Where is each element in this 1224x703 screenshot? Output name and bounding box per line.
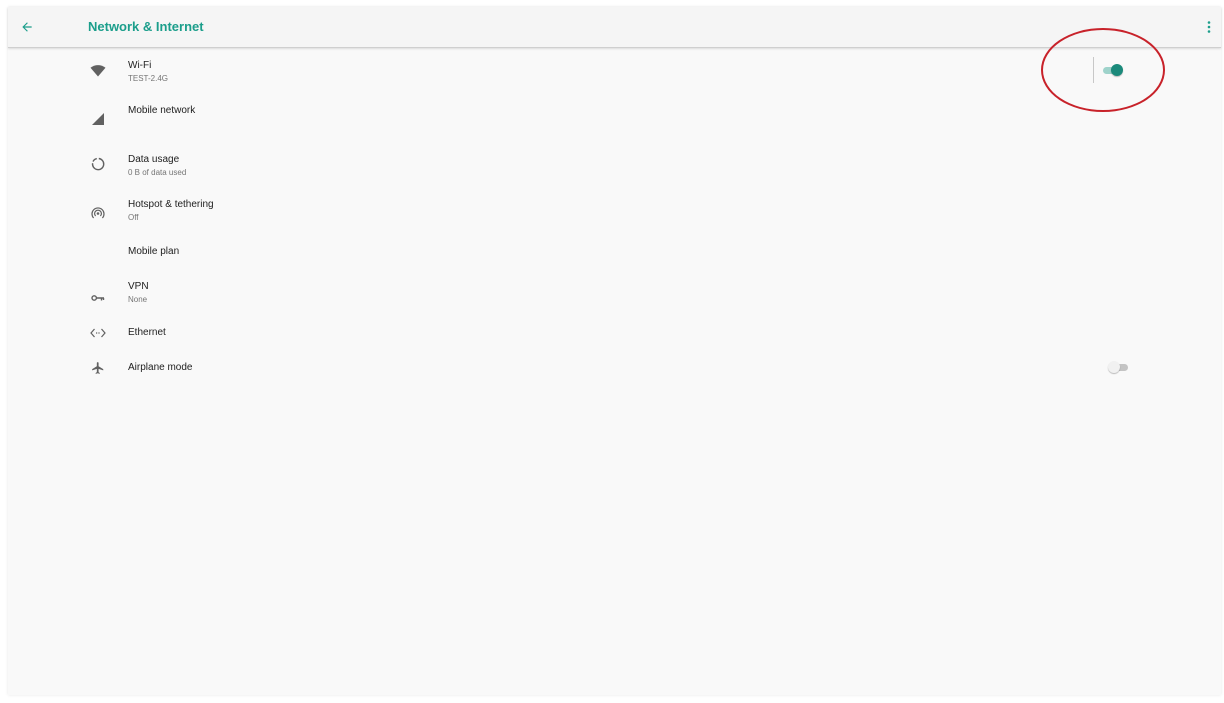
arrow-back-icon bbox=[22, 22, 32, 32]
list-item-ethernet[interactable]: Ethernet bbox=[78, 325, 1158, 361]
list-item-vpn[interactable]: VPN None bbox=[78, 279, 1158, 315]
airplane-icon bbox=[88, 358, 108, 378]
more-options-button[interactable] bbox=[1201, 16, 1217, 38]
ethernet-icon bbox=[88, 323, 108, 343]
vpn-key-icon bbox=[88, 288, 108, 308]
item-label: VPN bbox=[128, 281, 149, 292]
item-summary: Off bbox=[128, 213, 139, 222]
data-usage-icon bbox=[88, 154, 108, 174]
item-summary: TEST-2.4G bbox=[128, 74, 169, 83]
signal-icon bbox=[88, 109, 108, 129]
hotspot-icon bbox=[88, 203, 108, 223]
item-label: Wi-Fi bbox=[128, 60, 152, 71]
item-label: Mobile plan bbox=[128, 246, 180, 257]
annotation-circle bbox=[1041, 28, 1165, 112]
item-summary: None bbox=[128, 295, 148, 304]
item-label: Data usage bbox=[128, 154, 180, 165]
settings-screen: Network & Internet Wi-Fi TEST-2.4G Mobil… bbox=[8, 7, 1221, 695]
item-label: Hotspot & tethering bbox=[128, 199, 214, 210]
list-item-airplane-mode[interactable]: Airplane mode bbox=[78, 360, 1158, 396]
more-vert-icon bbox=[1207, 21, 1211, 33]
item-label: Airplane mode bbox=[128, 362, 193, 373]
list-item-wifi[interactable]: Wi-Fi TEST-2.4G bbox=[78, 57, 1158, 93]
list-item-mobile-plan[interactable]: Mobile plan bbox=[78, 245, 1158, 281]
list-item-hotspot[interactable]: Hotspot & tethering Off bbox=[78, 198, 1158, 234]
item-label: Mobile network bbox=[128, 105, 196, 116]
item-label: Ethernet bbox=[128, 327, 166, 338]
page-title: Network & Internet bbox=[88, 19, 204, 34]
airplane-mode-toggle-switch[interactable] bbox=[1108, 361, 1130, 373]
app-bar: Network & Internet bbox=[8, 7, 1221, 48]
list-item-data-usage[interactable]: Data usage 0 B of data used bbox=[78, 151, 1158, 187]
item-summary: 0 B of data used bbox=[128, 168, 187, 177]
wifi-icon bbox=[88, 61, 108, 81]
list-item-mobile-network[interactable]: Mobile network bbox=[78, 104, 1158, 140]
switch-thumb bbox=[1108, 361, 1120, 373]
back-button[interactable] bbox=[16, 16, 38, 38]
